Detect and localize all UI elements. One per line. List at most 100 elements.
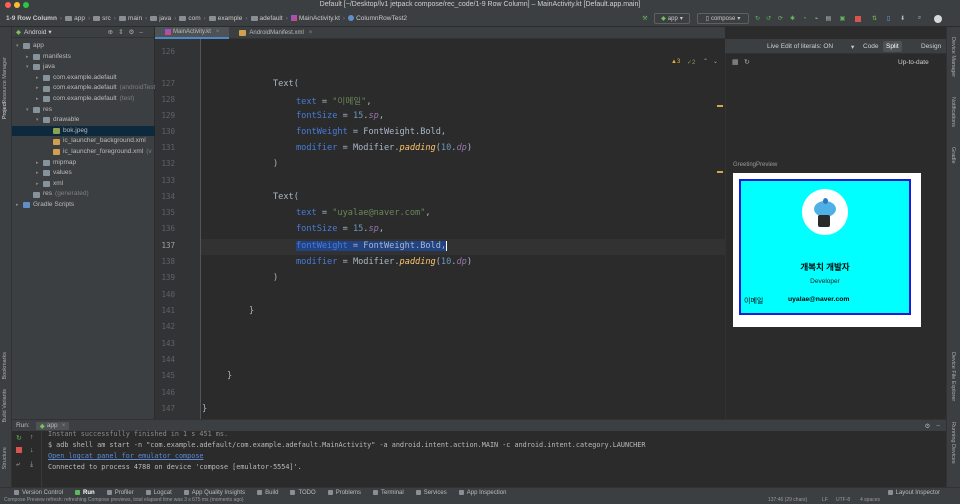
hide-panel-icon[interactable]: – (936, 422, 940, 429)
chevron-down-icon[interactable]: ▾ (851, 43, 854, 51)
rerun-icon[interactable]: ↻ (16, 434, 22, 442)
project-tree-item[interactable]: ▸ com.example.adefault (12, 73, 117, 84)
attach-debugger-icon[interactable]: ⌁ (812, 13, 821, 24)
app-inspection-tab[interactable]: App Inspection (458, 490, 506, 496)
terminal-tab[interactable]: Terminal (373, 490, 404, 496)
code-view-button[interactable]: Code (863, 43, 879, 50)
stop-icon[interactable] (16, 447, 22, 455)
project-tree-item[interactable]: ▸ mipmap (12, 158, 76, 169)
close-tab-icon[interactable]: × (216, 29, 220, 35)
weak-warnings-count[interactable]: ✓2 (687, 59, 695, 66)
project-tree-item[interactable]: ▸ com.example.adefault (androidTest) (12, 83, 158, 94)
collapse-all-icon[interactable]: ⇕ (118, 29, 128, 36)
chevron-right-icon[interactable]: ▸ (36, 73, 43, 84)
breadcrumb-java[interactable]: java (159, 15, 171, 22)
device-manager-icon[interactable]: ▯ (884, 13, 893, 24)
caret-position[interactable]: 137:46 (29 chars) (768, 497, 807, 504)
sdk-manager-icon[interactable]: ⬇ (898, 13, 907, 24)
warnings-count[interactable]: ▲3 (671, 59, 680, 65)
project-tree-item[interactable]: ▾ res (12, 105, 52, 116)
hide-panel-icon[interactable]: – (139, 29, 148, 36)
line-separator[interactable]: LF (822, 497, 828, 504)
profiler-tab[interactable]: Profiler (106, 490, 134, 496)
code-editor[interactable]: 126 127 128 129 130 131 132 133 134 135 136 137 138 1… (155, 39, 725, 419)
services-tab[interactable]: Services (415, 490, 447, 496)
apply-code-changes-icon[interactable]: ↺ (764, 13, 773, 24)
run-config-tab[interactable]: ◆ app × (35, 421, 70, 430)
sync-gradle-icon[interactable]: ⇅ (870, 13, 879, 24)
indent-setting[interactable]: 4 spaces (860, 497, 880, 504)
arrow-down-icon[interactable]: ↓ (30, 447, 34, 454)
app-quality-insights-tab[interactable]: App Quality Insights (183, 490, 245, 496)
project-tree-item[interactable]: ▸ values (12, 168, 72, 179)
locate-file-icon[interactable]: ⊕ (108, 29, 118, 36)
resource-manager-tab[interactable]: Resource Manager (2, 57, 8, 104)
zoom-window-icon[interactable] (23, 2, 29, 8)
close-window-icon[interactable] (5, 2, 11, 8)
chevron-up-icon[interactable]: ⌃ (703, 58, 708, 65)
project-tree-item[interactable]: ▸ xml (12, 179, 63, 190)
breadcrumb-example[interactable]: example (218, 15, 243, 22)
project-tree-item[interactable]: ic_launcher_foreground.xml (v (12, 147, 152, 158)
run-config-select[interactable]: ◆ app ▾ (654, 13, 690, 24)
settings-icon[interactable] (932, 13, 944, 24)
logcat-link[interactable]: Open logcat panel for emulator compose (48, 452, 204, 460)
scroll-to-end-icon[interactable]: ⤓ (30, 461, 33, 469)
project-tree-item[interactable]: ▾ java (12, 62, 55, 73)
problems-tab[interactable]: Problems (327, 490, 361, 496)
live-edit-toggle[interactable]: Live Edit of literals: ON (767, 43, 833, 50)
soft-wrap-icon[interactable]: ⤶ (16, 461, 20, 469)
notifications-tab[interactable]: Notifications (950, 97, 956, 127)
bookmarks-tab[interactable]: Bookmarks (2, 352, 8, 380)
project-tree-item[interactable]: ic_launcher_background.xml (12, 136, 146, 147)
version-control-tab[interactable]: Version Control (14, 490, 63, 496)
chevron-down-icon[interactable]: ▾ (16, 41, 23, 52)
refresh-preview-icon[interactable]: ↻ (744, 58, 750, 66)
project-tab[interactable]: Project (2, 102, 8, 119)
run-with-coverage-icon[interactable]: ▣ (838, 13, 847, 24)
debug-icon[interactable]: ✱ (788, 13, 797, 24)
device-select[interactable]: ▯ compose ▾ (697, 13, 749, 24)
logcat-tab[interactable]: Logcat (145, 490, 172, 496)
stop-icon[interactable] (853, 13, 862, 24)
minimize-window-icon[interactable] (14, 2, 20, 8)
profile-icon[interactable]: ◔ (800, 13, 809, 24)
warning-marker[interactable] (717, 105, 723, 107)
coverage-icon[interactable]: ▤ (824, 13, 833, 24)
chevron-down-icon[interactable]: ⌄ (713, 58, 718, 65)
design-view-button[interactable]: Design (921, 43, 941, 50)
chevron-right-icon[interactable]: ▸ (36, 83, 43, 94)
tab-main-activity[interactable]: MainActivity.kt × (155, 27, 230, 39)
gradle-tab[interactable]: Gradle (950, 147, 956, 164)
close-tab-icon[interactable]: × (62, 422, 66, 429)
project-tree-item[interactable]: bok.jpeg (12, 125, 155, 137)
chevron-down-icon[interactable]: ▾ (26, 105, 33, 116)
project-tree-item[interactable]: ▸ manifests (12, 52, 71, 63)
breadcrumb-project[interactable]: 1-9 Row Column (6, 15, 57, 22)
run-tab[interactable]: Run (75, 490, 95, 496)
chevron-right-icon[interactable]: ▸ (36, 158, 43, 169)
warning-marker[interactable] (717, 171, 723, 173)
project-tree-item[interactable]: ▾ drawable (12, 115, 79, 126)
running-devices-tab[interactable]: Running Devices (950, 422, 956, 464)
build-variants-tab[interactable]: Build Variants (2, 389, 8, 423)
chevron-right-icon[interactable]: ▸ (36, 179, 43, 190)
chevron-right-icon[interactable]: ▸ (26, 52, 33, 63)
device-manager-tab[interactable]: Device Manager (950, 37, 956, 77)
tab-android-manifest[interactable]: AndroidManifest.xml × (229, 27, 322, 39)
breadcrumb-app[interactable]: app (74, 15, 85, 22)
search-icon[interactable]: ⌕ (915, 13, 924, 24)
split-view-button[interactable]: Split (883, 41, 902, 52)
breadcrumb-com[interactable]: com (188, 15, 200, 22)
project-view-select[interactable]: Android (24, 29, 46, 36)
project-tree-item[interactable]: ▸ com.example.adefault (test) (12, 94, 134, 105)
todo-tab[interactable]: TODO (290, 490, 316, 496)
project-tree-item[interactable]: res (generated) (12, 189, 89, 200)
chevron-down-icon[interactable]: ▾ (26, 62, 33, 73)
apply-changes-icon[interactable]: ↻ (753, 13, 762, 24)
preview-frame[interactable]: 개복치 개발자 Developer 이메일 uyalae@naver.com (733, 173, 921, 327)
gear-icon[interactable]: ⚙ (129, 29, 140, 36)
structure-tab[interactable]: Structure (2, 447, 8, 469)
layout-inspector-tab[interactable]: Layout Inspector (887, 490, 940, 496)
layers-icon[interactable]: ▦ (732, 58, 739, 66)
